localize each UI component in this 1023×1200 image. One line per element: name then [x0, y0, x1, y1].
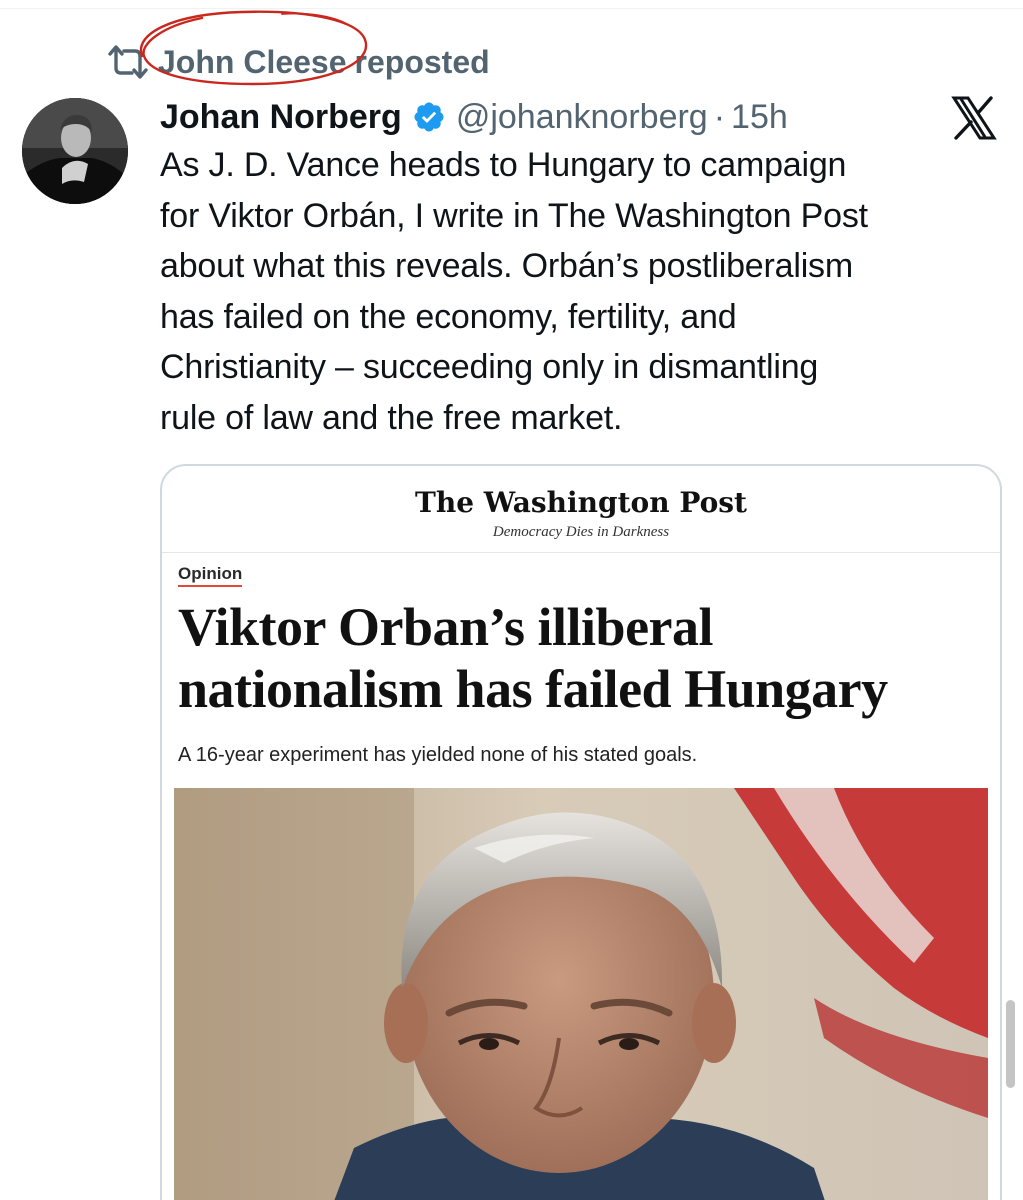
tweet-header: Johan Norberg @johanknorberg · 15h — [160, 94, 788, 140]
author-handle-link[interactable]: @johanknorberg — [456, 98, 708, 137]
separator-dot: · — [713, 97, 726, 136]
article-subheadline: A 16-year experiment has yielded none of… — [178, 744, 698, 766]
orban-portrait-image — [174, 788, 988, 1200]
repost-context: John Cleese reposted — [106, 40, 490, 84]
tweet-text-line: about what this reveals. Orbán’s postlib… — [160, 247, 853, 285]
tweet-text-line: As J. D. Vance heads to Hungary to campa… — [160, 146, 847, 184]
x-logo-icon[interactable] — [951, 96, 997, 140]
tweet-text-line: rule of law and the free market. — [160, 398, 623, 437]
masthead-divider — [162, 552, 1000, 553]
article-headline: Viktor Orban’s illiberal nationalism has… — [178, 596, 998, 720]
headline-line: Viktor Orban’s illiberal — [178, 597, 714, 657]
reposter-name-link[interactable]: John Cleese — [158, 44, 347, 81]
author-avatar[interactable] — [22, 98, 128, 204]
tweet-screenshot: John Cleese reposted Johan Norberg @joha… — [0, 0, 1023, 1200]
article-photo — [174, 788, 988, 1200]
tweet-text-line: has failed on the economy, fertility, an… — [160, 297, 737, 336]
article-card[interactable]: The Washington Post Democracy Dies in Da… — [160, 464, 1002, 1200]
avatar-photo — [22, 98, 128, 204]
washington-post-logo: The Washington Post — [415, 486, 747, 519]
tweet-text-line: Christianity – succeeding only in disman… — [160, 348, 819, 386]
tweet-text-line: for Viktor Orbán, I write in The Washing… — [160, 196, 868, 235]
masthead-tagline: Democracy Dies in Darkness — [492, 524, 670, 540]
repost-icon — [108, 45, 148, 79]
section-label-opinion: Opinion — [178, 564, 243, 587]
headline-line: nationalism has failed Hungary — [178, 659, 888, 719]
divider — [0, 8, 1023, 9]
reposted-label: reposted — [354, 43, 490, 80]
timestamp-link[interactable]: 15h — [731, 98, 788, 137]
tweet-body-text: As J. D. Vance heads to Hungary to campa… — [160, 140, 1000, 443]
verified-badge-icon[interactable] — [412, 100, 446, 134]
author-name-link[interactable]: Johan Norberg — [160, 98, 402, 137]
scrollbar-thumb[interactable] — [1006, 1000, 1015, 1088]
